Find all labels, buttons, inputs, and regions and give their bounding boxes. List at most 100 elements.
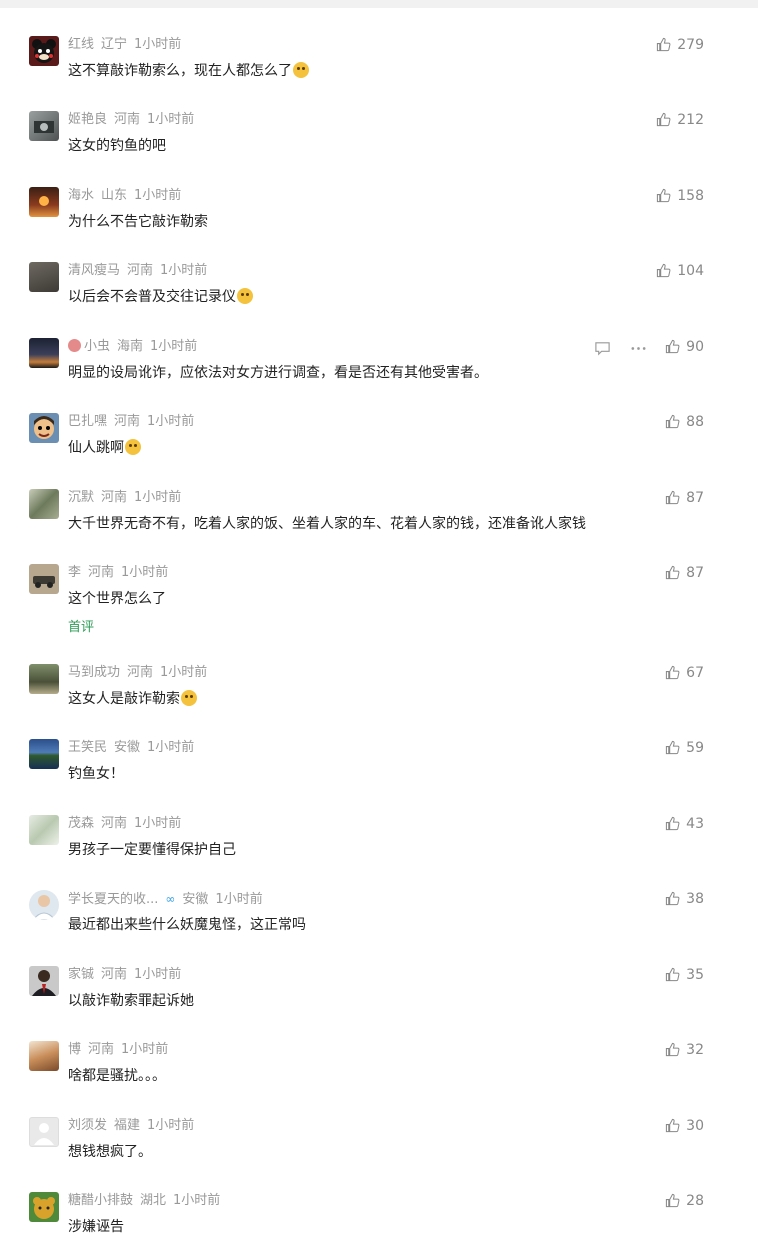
time: 1小时前	[147, 414, 195, 429]
like-count: 43	[686, 816, 704, 832]
user-avatar[interactable]	[29, 890, 59, 920]
username[interactable]: 海水	[68, 188, 94, 203]
verified-badge-icon: ∞	[165, 892, 176, 906]
username[interactable]: 茂森	[68, 816, 94, 831]
top-divider-bar	[0, 0, 758, 8]
region: 河南	[88, 1042, 115, 1057]
region: 河南	[127, 665, 154, 680]
region: 安徽	[114, 740, 141, 755]
user-badge-icon	[68, 339, 81, 352]
username[interactable]: 姬艳良	[68, 112, 107, 127]
username[interactable]: 小虫	[84, 339, 110, 354]
comment-meta: 姬艳良 河南 1小时前	[68, 111, 201, 129]
username[interactable]: 学长夏天的收...	[68, 892, 158, 907]
thumb-up-icon	[657, 263, 671, 278]
like-button[interactable]: 35	[665, 965, 704, 985]
time: 1小时前	[134, 967, 182, 982]
username[interactable]: 家铖	[68, 967, 94, 982]
like-button[interactable]: 38	[665, 889, 704, 909]
user-avatar[interactable]	[29, 262, 59, 292]
username[interactable]: 王笑民	[68, 740, 107, 755]
region: 河南	[101, 490, 128, 505]
region: 河南	[127, 263, 154, 278]
like-button[interactable]: 279	[656, 35, 704, 55]
username[interactable]: 红线	[68, 37, 94, 52]
comment-meta: 红线 辽宁 1小时前	[68, 36, 188, 54]
region: 河南	[101, 967, 128, 982]
username[interactable]: 马到成功	[68, 665, 120, 680]
like-button[interactable]: 158	[656, 186, 704, 206]
like-button[interactable]: 90	[665, 337, 704, 357]
username[interactable]: 糖醋小排鼓	[68, 1193, 133, 1208]
region: 海南	[117, 339, 144, 354]
like-count: 87	[686, 565, 704, 581]
thumb-up-icon	[666, 1118, 680, 1133]
like-button[interactable]: 30	[665, 1116, 704, 1136]
comment-meta: 学长夏天的收... ∞ 安徽 1小时前	[68, 890, 270, 908]
like-count: 38	[686, 891, 704, 907]
thumb-up-icon	[666, 891, 680, 906]
thumb-up-icon	[666, 967, 680, 982]
more-icon[interactable]	[630, 340, 647, 357]
like-button[interactable]: 67	[665, 663, 704, 683]
comment-meta: 小虫 海南 1小时前	[68, 338, 204, 356]
comment-text: 男孩子一定要懂得保护自己	[68, 842, 236, 858]
time: 1小时前	[147, 112, 195, 127]
time: 1小时前	[134, 816, 182, 831]
comment-text: 以敲诈勒索罪起诉她	[68, 993, 194, 1009]
username[interactable]: 博	[68, 1042, 81, 1057]
like-button[interactable]: 32	[665, 1040, 704, 1060]
region: 福建	[114, 1118, 141, 1133]
region: 河南	[101, 816, 128, 831]
time: 1小时前	[134, 188, 182, 203]
username[interactable]: 巴扎嘿	[68, 414, 107, 429]
comment-text: 涉嫌诬告	[68, 1219, 124, 1235]
time: 1小时前	[134, 490, 182, 505]
comment-text: 明显的设局讹诈，应依法对女方进行调查，看是否还有其他受害者。	[68, 365, 488, 381]
user-avatar[interactable]	[29, 187, 59, 217]
like-button[interactable]: 88	[665, 412, 704, 432]
user-avatar[interactable]	[29, 664, 59, 694]
user-avatar[interactable]	[29, 1192, 59, 1222]
user-avatar[interactable]	[29, 564, 59, 594]
like-button[interactable]: 43	[665, 814, 704, 834]
username[interactable]: 清风瘦马	[68, 263, 120, 278]
emoji-icon	[293, 62, 309, 78]
comment-text: 这不算敲诈勒索么，现在人都怎么了	[68, 62, 309, 80]
region: 安徽	[182, 892, 209, 907]
region: 河南	[114, 414, 141, 429]
like-count: 104	[677, 263, 704, 279]
region: 山东	[101, 188, 128, 203]
reply-icon[interactable]	[594, 340, 611, 357]
user-avatar[interactable]	[29, 1117, 59, 1147]
like-button[interactable]: 212	[656, 110, 704, 130]
emoji-icon	[181, 690, 197, 706]
user-avatar[interactable]	[29, 413, 59, 443]
like-button[interactable]: 59	[665, 738, 704, 758]
comment-meta: 刘须发 福建 1小时前	[68, 1117, 201, 1135]
user-avatar[interactable]	[29, 815, 59, 845]
user-avatar[interactable]	[29, 1041, 59, 1071]
user-avatar[interactable]	[29, 111, 59, 141]
like-count: 279	[677, 37, 704, 53]
user-avatar[interactable]	[29, 489, 59, 519]
thumb-up-icon	[666, 665, 680, 680]
user-avatar[interactable]	[29, 36, 59, 66]
user-avatar[interactable]	[29, 966, 59, 996]
like-button[interactable]: 87	[665, 488, 704, 508]
like-button[interactable]: 87	[665, 563, 704, 583]
comment-meta: 巴扎嘿 河南 1小时前	[68, 413, 201, 431]
like-count: 212	[677, 112, 704, 128]
username[interactable]: 刘须发	[68, 1118, 107, 1133]
thumb-up-icon	[666, 339, 680, 354]
comment-meta: 清风瘦马 河南 1小时前	[68, 262, 214, 280]
username[interactable]: 沉默	[68, 490, 94, 505]
like-button[interactable]: 104	[656, 261, 704, 281]
user-avatar[interactable]	[29, 338, 59, 368]
comment-text: 这女人是敲诈勒索	[68, 690, 197, 708]
like-button[interactable]: 28	[665, 1191, 704, 1211]
comment-text: 最近都出来些什么妖魔鬼怪，这正常吗	[68, 917, 306, 933]
user-avatar[interactable]	[29, 739, 59, 769]
thumb-up-icon	[666, 414, 680, 429]
username[interactable]: 李	[68, 565, 81, 580]
